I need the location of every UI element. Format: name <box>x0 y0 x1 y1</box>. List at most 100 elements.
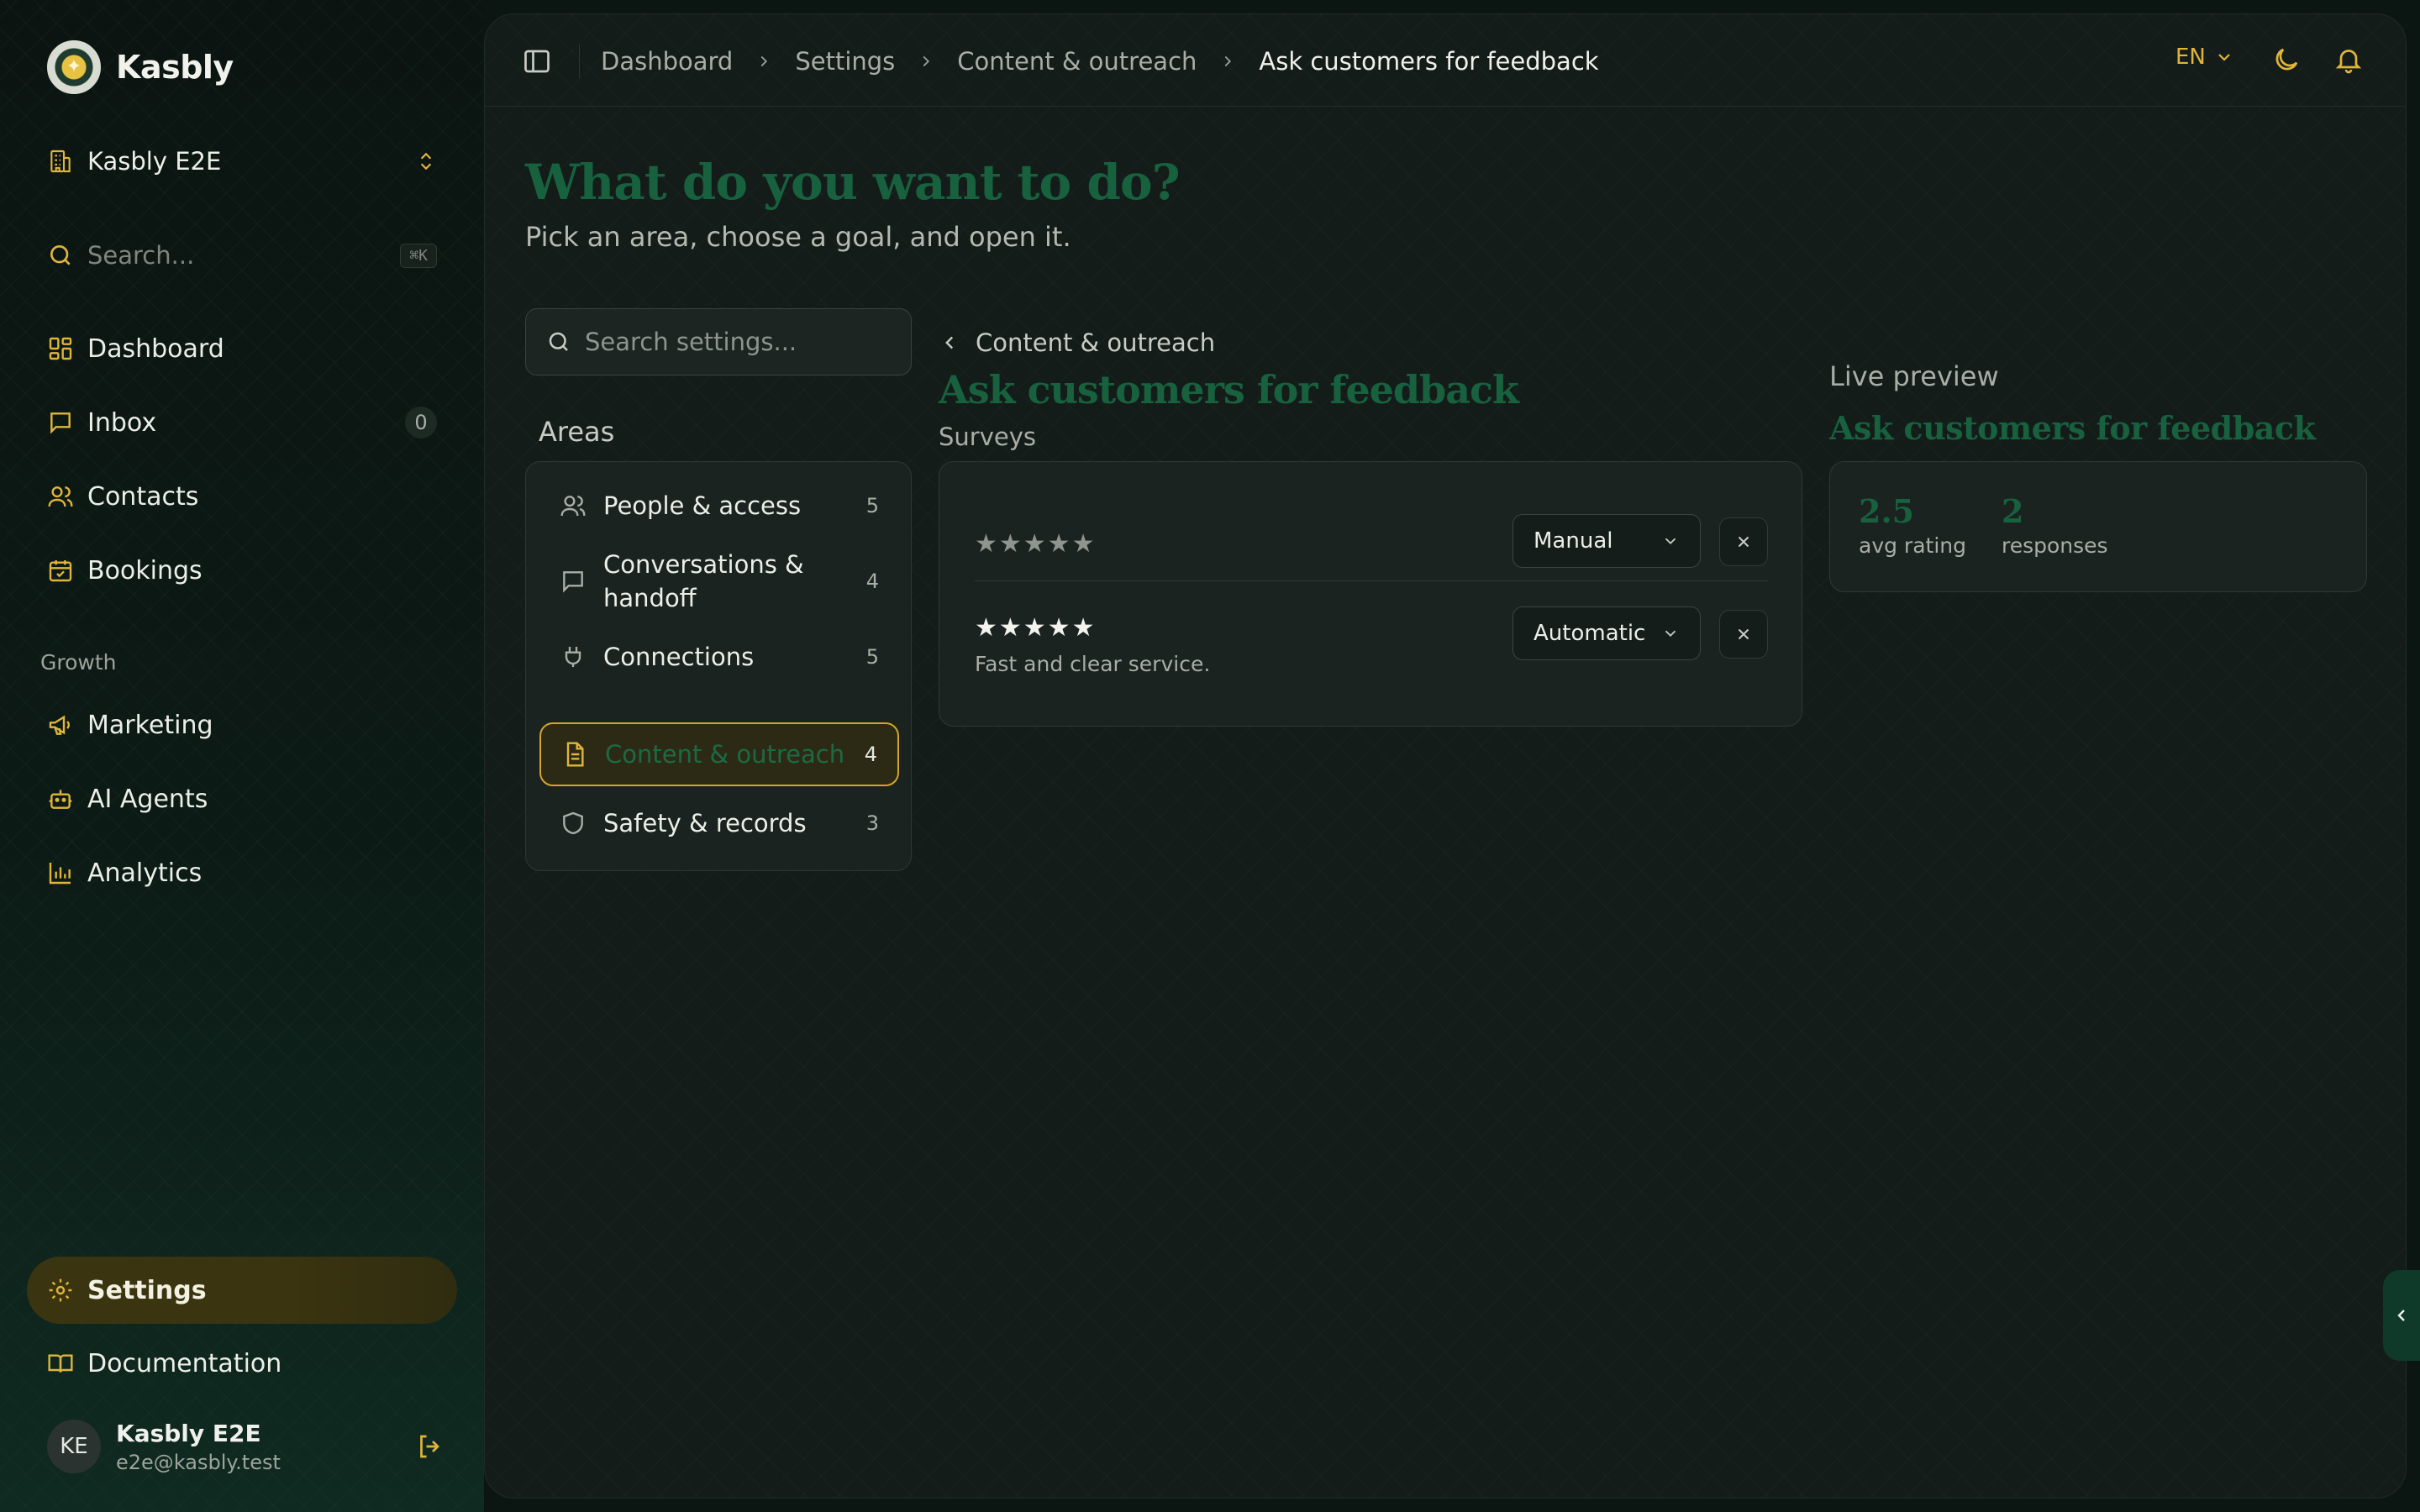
language-label: EN <box>2175 45 2206 70</box>
area-safety-records[interactable]: Safety & records 3 <box>539 796 899 850</box>
moon-icon[interactable] <box>2271 45 2302 75</box>
language-select[interactable]: EN <box>2175 45 2234 70</box>
org-switcher[interactable]: Kasbly E2E <box>47 143 437 180</box>
brand-name: Kasbly <box>116 49 234 86</box>
area-content-outreach[interactable]: Content & outreach 4 <box>539 722 899 786</box>
back-link[interactable]: Content & outreach <box>939 328 1215 357</box>
logout-icon[interactable] <box>415 1431 445 1462</box>
settings-search-input[interactable] <box>585 328 887 356</box>
mode-select-value: Manual <box>1534 528 1613 554</box>
area-label: Safety & records <box>603 809 807 837</box>
dashboard-icon <box>49 337 72 360</box>
page-subtitle: Pick an area, choose a goal, and open it… <box>525 221 1071 253</box>
sidebar-item-contacts[interactable]: Contacts <box>47 475 437 517</box>
survey-row: ★★★★★ Fast and clear service. Automatic <box>975 605 1768 680</box>
area-people-access[interactable]: People & access 5 <box>539 479 899 533</box>
users-icon <box>560 496 586 517</box>
sidebar-item-analytics[interactable]: Analytics <box>47 852 437 894</box>
gear-icon <box>49 1278 72 1302</box>
user-email: e2e@kasbly.test <box>116 1450 281 1474</box>
area-connections[interactable]: Connections 5 <box>539 630 899 684</box>
star-rating: ★★★★★ <box>975 613 1097 643</box>
breadcrumb-dashboard[interactable]: Dashboard <box>601 47 733 76</box>
area-label: People & access <box>603 491 802 520</box>
message-icon <box>563 571 583 593</box>
remove-button[interactable] <box>1719 517 1768 566</box>
chevron-left-icon <box>2397 1310 2405 1321</box>
stat-avg-rating: 2.5 avg rating <box>1859 492 1966 558</box>
user-name: Kasbly E2E <box>116 1419 261 1447</box>
sidebar-item-settings[interactable]: Settings <box>27 1257 457 1324</box>
remove-button[interactable] <box>1719 610 1768 659</box>
sidebar: ✦ Kasbly Kasbly E2E Search... ⌘K Dashboa… <box>0 0 484 1512</box>
calendar-check-icon <box>49 560 72 582</box>
detail-section-label: Surveys <box>939 423 1036 451</box>
responses-value: 2 <box>2002 492 2024 530</box>
divider <box>579 45 580 78</box>
close-icon <box>1738 536 1749 548</box>
survey-comment: Fast and clear service. <box>975 652 1211 676</box>
area-count: 5 <box>865 494 879 517</box>
sidebar-item-inbox[interactable]: Inbox 0 <box>47 402 437 444</box>
org-name: Kasbly E2E <box>87 147 222 176</box>
mode-select[interactable]: Manual <box>1512 514 1701 568</box>
chevron-right-icon <box>923 55 930 67</box>
area-count: 4 <box>865 570 879 593</box>
sidebar-item-bookings[interactable]: Bookings <box>47 549 437 591</box>
star-rating: ★★★★★ <box>975 529 1097 559</box>
sidebar-toggle-icon[interactable] <box>522 46 552 76</box>
book-open-icon <box>48 1354 73 1373</box>
chevron-down-icon <box>1665 538 1676 545</box>
sidebar-item-documentation[interactable]: Documentation <box>47 1342 437 1384</box>
area-conversations-handoff[interactable]: Conversations & handoff 4 <box>539 539 899 623</box>
sidebar-item-dashboard[interactable]: Dashboard <box>47 328 437 370</box>
live-preview-title: Ask customers for feedback <box>1829 409 2316 447</box>
area-label: Connections <box>603 643 755 671</box>
chevron-left-icon <box>945 336 954 349</box>
sidebar-item-ai-agents[interactable]: AI Agents <box>47 778 437 820</box>
avg-rating-value: 2.5 <box>1859 492 1915 530</box>
settings-search[interactable] <box>525 308 912 375</box>
area-count: 5 <box>865 645 879 669</box>
close-icon <box>1738 628 1749 640</box>
area-label: Content & outreach <box>605 740 845 769</box>
areas-list: People & access 5 Conversations & handof… <box>525 461 912 871</box>
detail-title: Ask customers for feedback <box>939 367 1519 412</box>
breadcrumb-settings[interactable]: Settings <box>795 47 895 76</box>
chevron-down-icon <box>1665 630 1676 638</box>
breadcrumb-content-outreach[interactable]: Content & outreach <box>957 47 1197 76</box>
user-info: Kasbly E2E e2e@kasbly.test <box>116 1420 281 1474</box>
sidebar-item-label: Bookings <box>87 555 203 585</box>
sidebar-item-label: AI Agents <box>87 784 208 814</box>
chevron-down-icon <box>2218 54 2230 61</box>
sidebar-item-label: Analytics <box>87 858 203 888</box>
building-icon <box>50 150 71 173</box>
avatar[interactable]: KE <box>47 1420 101 1473</box>
plug-icon <box>565 647 581 667</box>
bot-icon <box>49 790 72 809</box>
areas-heading: Areas <box>539 416 615 448</box>
users-icon <box>48 486 73 507</box>
surveys-card: ★★★★★ Manual ★★★★★ Fast and clear servic… <box>939 461 1802 727</box>
area-count: 4 <box>864 743 877 766</box>
breadcrumb: Dashboard Settings Content & outreach As… <box>601 39 1599 83</box>
survey-row: ★★★★★ Manual <box>975 512 1768 581</box>
expand-panel-button[interactable] <box>2383 1270 2420 1361</box>
bell-icon[interactable] <box>2333 45 2364 75</box>
brand[interactable]: ✦ Kasbly <box>47 40 234 94</box>
sidebar-search[interactable]: Search... ⌘K <box>47 237 437 274</box>
shield-icon <box>563 811 583 835</box>
mode-select[interactable]: Automatic <box>1512 606 1701 660</box>
brand-logo-icon: ✦ <box>47 40 101 94</box>
bar-chart-icon <box>49 863 71 885</box>
sidebar-item-marketing[interactable]: Marketing <box>47 704 437 746</box>
breadcrumb-current: Ask customers for feedback <box>1259 47 1599 76</box>
sidebar-section-growth: Growth <box>40 650 117 675</box>
message-square-icon <box>50 412 71 434</box>
sidebar-item-label: Documentation <box>87 1348 282 1378</box>
topbar: Dashboard Settings Content & outreach As… <box>485 14 2406 107</box>
chevrons-up-down-icon <box>420 152 432 171</box>
responses-caption: responses <box>2002 533 2108 558</box>
search-shortcut: ⌘K <box>400 243 437 268</box>
sidebar-item-label: Marketing <box>87 710 213 740</box>
